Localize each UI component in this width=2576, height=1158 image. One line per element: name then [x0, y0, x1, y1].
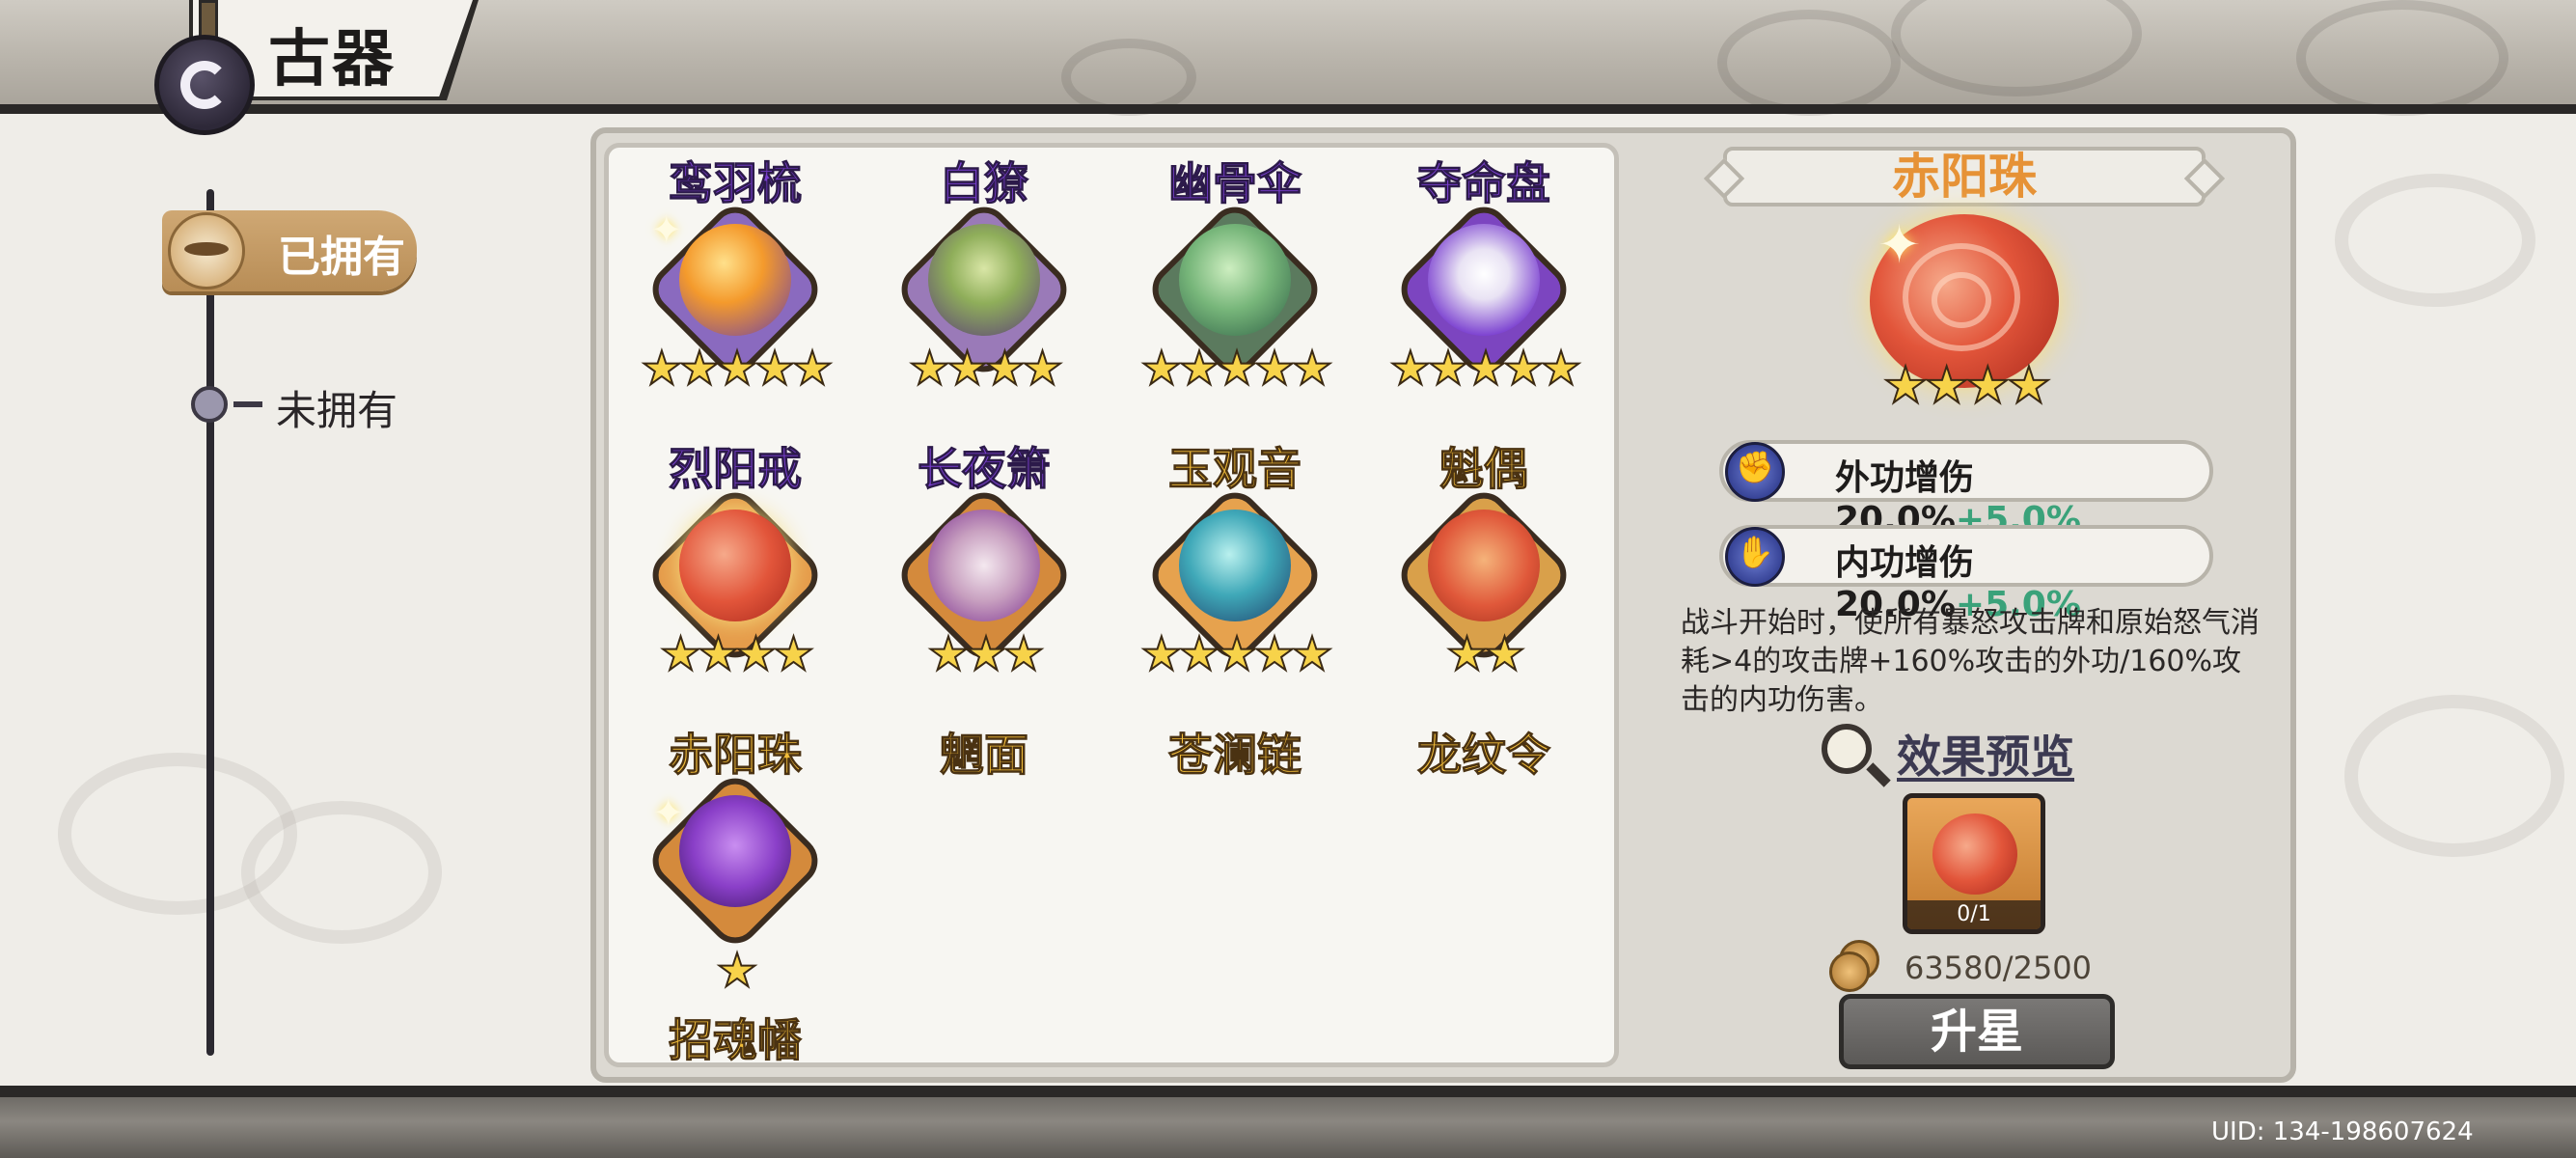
- back-button[interactable]: [154, 35, 255, 135]
- artifact-card[interactable]: 鸾羽梳 ✦ ★★★★★: [619, 149, 851, 428]
- artifact-name: 夺命盘: [1417, 157, 1551, 210]
- tab-unowned-node[interactable]: [191, 386, 228, 423]
- footer-divider: [0, 1086, 2576, 1097]
- stat-label: 外功增伤: [1835, 458, 1975, 498]
- footer-band: [0, 1097, 2576, 1158]
- tab-owned[interactable]: 已拥有: [162, 210, 417, 291]
- artifact-card[interactable]: 幽骨伞 ★★★★★: [1119, 149, 1351, 428]
- stat-row-internal: ✋ 内功增伤 20.0%+5.0%: [1719, 525, 2213, 624]
- star-rating: ★★★★★: [640, 341, 834, 397]
- artifact-name: 烈阳戒: [669, 443, 803, 496]
- star-rating: ★★★★★: [1388, 341, 1582, 397]
- magnifier-icon: [1822, 724, 1891, 787]
- artifact-card[interactable]: 魁偶 ★★: [1368, 434, 1600, 714]
- star-rating: ★★: [1445, 626, 1526, 682]
- material-count: 0/1: [1957, 902, 1991, 926]
- upgrade-star-label: 升星: [1930, 1005, 2023, 1059]
- artifact-card[interactable]: 夺命盘 ★★★★★: [1368, 149, 1600, 428]
- artifact-name[interactable]: 魍面: [868, 720, 1100, 784]
- stat-row-external: ✊ 外功增伤 20.0%+5.0%: [1719, 440, 2213, 539]
- page-title: 古器: [268, 23, 396, 96]
- effect-description: 战斗开始时，使所有暴怒攻击牌和原始怒气消耗>4的攻击牌+160%攻击的外功/16…: [1681, 606, 2260, 717]
- user-id: UID: 134-198607624: [2211, 1117, 2474, 1146]
- cloud-decoration: [241, 801, 442, 944]
- artifact-name: 玉观音: [1168, 443, 1302, 496]
- soul-banner-icon: ✦: [642, 767, 829, 954]
- stat-label: 内功增伤: [1835, 543, 1975, 583]
- artifact-name[interactable]: 苍澜链: [1119, 720, 1351, 784]
- palm-icon: ✋: [1725, 527, 1785, 587]
- hat-icon: [168, 212, 245, 290]
- artifact-name: 鸾羽梳: [669, 157, 803, 210]
- artifact-card[interactable]: 白獠 ★★★★: [868, 149, 1100, 428]
- sidebar-timeline: [206, 189, 214, 1056]
- cloud-decoration: [2335, 174, 2535, 307]
- artifact-name: 幽骨伞: [1168, 157, 1302, 210]
- upgrade-star-button[interactable]: 升星: [1839, 994, 2115, 1069]
- star-rating: ★★★★: [908, 341, 1064, 397]
- star-rating: ★★★: [926, 626, 1045, 682]
- artifact-name: 招魂幡: [669, 1014, 803, 1067]
- artifact-card[interactable]: 长夜箫 ★★★: [868, 434, 1100, 714]
- artifact-card[interactable]: 烈阳戒 ★★★★: [619, 434, 851, 714]
- header-divider: [0, 104, 2576, 114]
- artifact-card[interactable]: 玉观音 ★★★★★: [1119, 434, 1351, 714]
- red-orb-icon: [1932, 813, 2017, 895]
- coin-icon: [1829, 951, 1870, 992]
- artifact-name: 长夜箫: [918, 443, 1052, 496]
- tab-unowned-connector: [233, 401, 262, 407]
- coin-cost: 63580/2500: [1905, 950, 2093, 986]
- star-rating: ★★★★★: [1139, 341, 1333, 397]
- detail-title: 赤阳珠: [1892, 148, 2037, 205]
- tab-owned-label: 已拥有: [278, 233, 405, 282]
- star-rating: ★: [715, 943, 758, 999]
- spiral-icon: [180, 61, 229, 109]
- artifact-name: 魁偶: [1439, 443, 1529, 496]
- artifact-name: 白獠: [940, 157, 1029, 210]
- fist-icon: ✊: [1725, 442, 1785, 502]
- upgrade-material-card[interactable]: 0/1: [1903, 793, 2045, 934]
- cloud-decoration: [2344, 695, 2564, 857]
- star-rating: ★★★★★: [1139, 626, 1333, 682]
- detail-star-rating: ★★★★: [1882, 356, 2052, 416]
- effect-preview-label: 效果预览: [1897, 731, 2074, 783]
- tab-unowned[interactable]: 未拥有: [276, 378, 397, 437]
- star-rating: ★★★★: [659, 626, 815, 682]
- artifact-name[interactable]: 龙纹令: [1368, 720, 1600, 784]
